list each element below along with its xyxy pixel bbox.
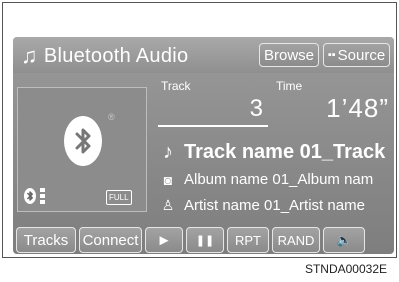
tracks-button[interactable]: Tracks <box>16 227 76 253</box>
browse-button[interactable]: Browse <box>259 43 319 67</box>
app-title-text: Bluetooth Audio <box>43 44 189 67</box>
connect-label: Connect <box>82 231 139 249</box>
track-name-row: ♪ Track name 01_Track <box>158 141 394 164</box>
signal-strength-icon <box>40 188 45 204</box>
volume-button[interactable]: 🔈 <box>323 227 365 253</box>
play-button[interactable]: ► <box>145 227 183 253</box>
source-button[interactable]: ▪▪ Source <box>323 43 390 67</box>
app-title: ♫ Bluetooth Audio <box>21 43 188 69</box>
source-icon: ▪▪ <box>327 49 336 61</box>
disc-icon: ◙ <box>163 171 173 188</box>
figure-code: STNDA00032E <box>304 262 387 276</box>
album-art-panel: ® FULL <box>17 87 147 212</box>
music-note-icon: ♫ <box>21 43 38 68</box>
time-label: Time <box>276 79 303 93</box>
registered-mark-icon: ® <box>108 112 115 122</box>
control-bar: Tracks Connect ► ❚❚ RPT RAND 🔈 <box>13 227 394 254</box>
artist-name-row: ♙ Artist name 01_Artist name <box>158 197 394 214</box>
music-note-icon: ♪ <box>163 141 173 163</box>
pause-button[interactable]: ❚❚ <box>186 227 224 253</box>
random-label: RAND <box>277 232 315 248</box>
play-icon: ► <box>156 231 172 249</box>
tracks-label: Tracks <box>23 231 69 249</box>
browse-label: Browse <box>263 46 315 64</box>
person-icon: ♙ <box>161 197 175 213</box>
repeat-label: RPT <box>235 232 261 248</box>
random-button[interactable]: RAND <box>272 227 320 253</box>
track-name: Track name 01_Track <box>184 141 386 163</box>
track-number: 3 <box>249 95 263 122</box>
battery-indicator: FULL <box>106 190 132 205</box>
bluetooth-connection-icon <box>24 188 36 204</box>
source-label: Source <box>337 46 386 64</box>
speaker-icon: 🔈 <box>336 233 352 247</box>
repeat-button[interactable]: RPT <box>227 227 269 253</box>
track-underline <box>158 125 268 127</box>
album-name-row: ◙ Album name 01_Album nam <box>158 171 394 188</box>
audio-screen: ♫ Bluetooth Audio Browse ▪▪ Source ® FUL… <box>13 37 394 254</box>
pause-icon: ❚❚ <box>195 234 215 247</box>
figure-frame: ♫ Bluetooth Audio Browse ▪▪ Source ® FUL… <box>2 2 397 258</box>
bluetooth-icon <box>64 116 102 166</box>
elapsed-time: 1’48” <box>326 93 389 123</box>
artist-name: Artist name 01_Artist name <box>184 197 365 214</box>
album-name: Album name 01_Album nam <box>184 171 374 188</box>
track-label: Track <box>161 79 191 93</box>
header-bar: ♫ Bluetooth Audio Browse ▪▪ Source <box>13 37 394 73</box>
connect-button[interactable]: Connect <box>79 227 142 253</box>
